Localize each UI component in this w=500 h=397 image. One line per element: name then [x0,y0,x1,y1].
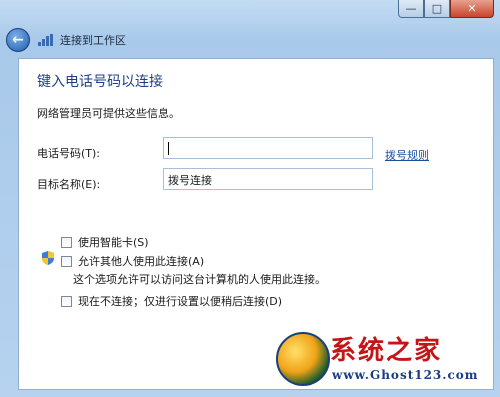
smart-card-checkbox[interactable] [61,236,72,248]
uac-shield-icon [42,251,54,265]
caption-buttons: — □ ✕ [398,0,494,18]
connect-later-checkbox-row[interactable]: 现在不连接；仅进行设置以便稍后连接(D) [61,293,282,309]
connect-later-label: 现在不连接；仅进行设置以便稍后连接(D) [78,295,283,308]
allow-others-note: 这个选项允许可以访问这台计算机的人使用此连接。 [73,273,326,286]
watermark-title: 系统之家 [330,336,443,366]
destination-input[interactable]: 拨号连接 [163,168,373,190]
smart-card-label: 使用智能卡(S) [78,236,149,249]
minimize-button[interactable]: — [398,0,424,18]
page-heading: 键入电话号码以连接 [37,74,163,90]
phone-input[interactable] [163,137,373,159]
allow-others-checkbox[interactable] [61,255,72,267]
allow-others-checkbox-row[interactable]: 允许其他人使用此连接(A) [61,253,204,269]
network-icon [38,34,54,46]
destination-label: 目标名称(E): [37,178,101,191]
intro-text: 网络管理员可提供这些信息。 [37,107,180,120]
destination-value: 拨号连接 [168,174,212,187]
close-button[interactable]: ✕ [450,0,494,18]
connect-later-checkbox[interactable] [61,295,72,307]
phone-label: 电话号码(T): [37,147,101,160]
allow-others-label: 允许其他人使用此连接(A) [78,255,205,268]
smart-card-checkbox-row[interactable]: 使用智能卡(S) [61,234,149,250]
wizard-window: — □ ✕ ← 连接到工作区 键入电话号码以连接 网络管理员可提供这些信息。 电… [0,0,500,397]
maximize-button[interactable]: □ [424,0,450,18]
watermark-url: www.Ghost123.com [332,368,479,382]
dial-rules-link[interactable]: 拨号规则 [385,147,429,163]
back-arrow-icon[interactable]: ← [6,28,30,52]
globe-logo-icon [276,332,330,386]
window-title: 连接到工作区 [60,34,126,47]
text-caret [168,141,169,155]
site-watermark: 系统之家 www.Ghost123.com [276,330,496,390]
wizard-nav: ← 连接到工作区 [6,26,126,54]
